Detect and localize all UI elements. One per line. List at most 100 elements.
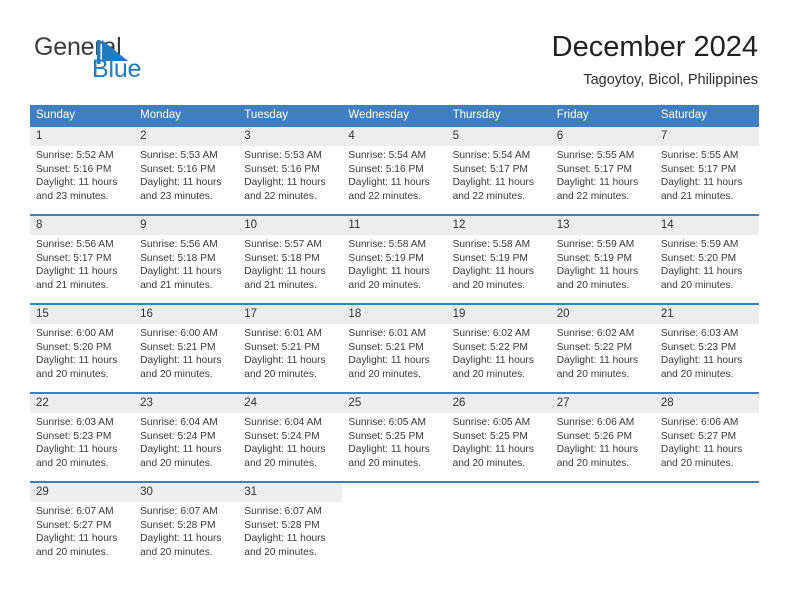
daylight-duration-line-2: and 20 minutes. xyxy=(452,279,526,291)
sunrise-time: Sunrise: 5:59 AM xyxy=(556,239,635,250)
day-cell[interactable]: Sunrise: 5:58 AM Sunset: 5:19 PM Daylight:… xyxy=(446,235,551,302)
daylight-duration-line-2: and 20 minutes. xyxy=(140,546,213,558)
day-number[interactable]: 10 xyxy=(238,216,343,235)
day-number[interactable]: 9 xyxy=(134,216,239,235)
day-number-empty xyxy=(550,483,655,502)
day-number[interactable]: 15 xyxy=(30,305,135,324)
day-cell[interactable]: Sunrise: 5:59 AM Sunset: 5:20 PM Daylight:… xyxy=(654,235,759,302)
day-number[interactable]: 20 xyxy=(550,305,655,324)
sunset-time: Sunset: 5:24 PM xyxy=(140,430,216,442)
day-cell[interactable]: Sunrise: 6:02 AM Sunset: 5:22 PM Daylight:… xyxy=(446,324,551,391)
day-cell[interactable]: Sunrise: 6:05 AM Sunset: 5:25 PM Daylight:… xyxy=(446,413,551,480)
sunrise-time: Sunrise: 6:02 AM xyxy=(452,328,531,339)
day-number[interactable]: 14 xyxy=(654,216,759,235)
day-cell[interactable]: Sunrise: 5:59 AM Sunset: 5:19 PM Daylight:… xyxy=(550,235,655,302)
day-detail-row: Sunrise: 6:00 AM Sunset: 5:20 PM Daylight:… xyxy=(30,324,759,391)
day-cell[interactable]: Sunrise: 6:03 AM Sunset: 5:23 PM Daylight:… xyxy=(654,324,759,391)
daylight-duration-line-2: and 22 minutes. xyxy=(556,190,630,202)
day-cell[interactable]: Sunrise: 6:07 AM Sunset: 5:27 PM Daylight:… xyxy=(30,502,135,569)
weekday-header-row: Sunday Monday Tuesday Wednesday Thursday… xyxy=(30,105,759,127)
sunrise-time: Sunrise: 6:00 AM xyxy=(140,328,218,339)
day-cell[interactable]: Sunrise: 6:04 AM Sunset: 5:24 PM Daylight:… xyxy=(134,413,239,480)
day-number[interactable]: 21 xyxy=(654,305,759,324)
day-detail-row: Sunrise: 6:03 AM Sunset: 5:23 PM Daylight:… xyxy=(30,413,759,480)
day-number[interactable]: 22 xyxy=(30,394,135,413)
day-cell[interactable]: Sunrise: 6:07 AM Sunset: 5:28 PM Daylight:… xyxy=(134,502,239,569)
daylight-duration-line-1: Daylight: 11 hours xyxy=(348,444,430,456)
day-cell[interactable]: Sunrise: 5:56 AM Sunset: 5:17 PM Daylight:… xyxy=(30,235,135,302)
sunset-time: Sunset: 5:16 PM xyxy=(140,163,216,175)
brand-logo[interactable]: General Blue xyxy=(34,34,244,86)
daylight-duration-line-1: Daylight: 11 hours xyxy=(36,355,118,367)
day-cell[interactable]: Sunrise: 6:00 AM Sunset: 5:20 PM Daylight:… xyxy=(30,324,135,391)
day-number[interactable]: 7 xyxy=(654,127,759,146)
day-number[interactable]: 12 xyxy=(446,216,551,235)
day-cell[interactable]: Sunrise: 6:02 AM Sunset: 5:22 PM Daylight:… xyxy=(550,324,655,391)
day-number[interactable]: 25 xyxy=(342,394,447,413)
day-cell[interactable]: Sunrise: 5:52 AM Sunset: 5:16 PM Daylight:… xyxy=(30,146,135,213)
day-cell[interactable]: Sunrise: 6:01 AM Sunset: 5:21 PM Daylight:… xyxy=(238,324,343,391)
day-number[interactable]: 17 xyxy=(238,305,343,324)
day-number[interactable]: 26 xyxy=(446,394,551,413)
day-number[interactable]: 18 xyxy=(342,305,447,324)
day-number[interactable]: 19 xyxy=(446,305,551,324)
day-number[interactable]: 29 xyxy=(30,483,135,502)
day-cell[interactable]: Sunrise: 6:07 AM Sunset: 5:28 PM Daylight:… xyxy=(238,502,343,569)
day-number[interactable]: 23 xyxy=(134,394,239,413)
day-number[interactable]: 28 xyxy=(654,394,759,413)
day-cell[interactable]: Sunrise: 5:57 AM Sunset: 5:18 PM Daylight:… xyxy=(238,235,343,302)
daylight-duration-line-2: and 21 minutes. xyxy=(244,279,317,291)
day-number[interactable]: 6 xyxy=(550,127,655,146)
sunrise-time: Sunrise: 6:06 AM xyxy=(660,417,739,428)
weekday-header-saturday: Saturday xyxy=(654,105,759,127)
day-cell[interactable]: Sunrise: 5:56 AM Sunset: 5:18 PM Daylight:… xyxy=(134,235,239,302)
day-number-empty xyxy=(654,483,759,502)
daylight-duration-line-2: and 20 minutes. xyxy=(660,457,734,469)
sunset-time: Sunset: 5:25 PM xyxy=(348,430,424,442)
weekday-header-friday: Friday xyxy=(550,105,655,127)
day-cell[interactable]: Sunrise: 6:05 AM Sunset: 5:25 PM Daylight:… xyxy=(342,413,447,480)
page-header: General Blue December 2024 Tagoytoy, Bic… xyxy=(0,0,792,100)
day-cell[interactable]: Sunrise: 6:06 AM Sunset: 5:27 PM Daylight:… xyxy=(654,413,759,480)
day-number[interactable]: 30 xyxy=(134,483,239,502)
day-number-row: 1234567 xyxy=(30,127,759,146)
day-number[interactable]: 16 xyxy=(134,305,239,324)
daylight-duration-line-2: and 20 minutes. xyxy=(556,279,630,291)
day-cell[interactable]: Sunrise: 5:58 AM Sunset: 5:19 PM Daylight:… xyxy=(342,235,447,302)
day-cell[interactable]: Sunrise: 5:53 AM Sunset: 5:16 PM Daylight:… xyxy=(134,146,239,213)
day-number[interactable]: 24 xyxy=(238,394,343,413)
page-title: December 2024 xyxy=(551,31,758,63)
sunrise-time: Sunrise: 5:53 AM xyxy=(140,150,218,161)
day-number[interactable]: 8 xyxy=(30,216,135,235)
day-number[interactable]: 11 xyxy=(342,216,447,235)
daylight-duration-line-1: Daylight: 11 hours xyxy=(244,355,326,367)
sunset-time: Sunset: 5:17 PM xyxy=(660,163,737,175)
sunset-time: Sunset: 5:20 PM xyxy=(660,252,737,264)
day-number[interactable]: 1 xyxy=(30,127,135,146)
daylight-duration-line-1: Daylight: 11 hours xyxy=(36,444,118,456)
sunset-time: Sunset: 5:17 PM xyxy=(556,163,633,175)
day-number[interactable]: 31 xyxy=(238,483,343,502)
day-cell[interactable]: Sunrise: 5:54 AM Sunset: 5:17 PM Daylight:… xyxy=(446,146,551,213)
sunrise-time: Sunrise: 5:54 AM xyxy=(348,150,427,161)
day-number[interactable]: 27 xyxy=(550,394,655,413)
day-cell[interactable]: Sunrise: 6:00 AM Sunset: 5:21 PM Daylight:… xyxy=(134,324,239,391)
daylight-duration-line-1: Daylight: 11 hours xyxy=(452,355,534,367)
day-cell[interactable]: Sunrise: 6:01 AM Sunset: 5:21 PM Daylight:… xyxy=(342,324,447,391)
daylight-duration-line-2: and 20 minutes. xyxy=(452,457,526,469)
day-number[interactable]: 3 xyxy=(238,127,343,146)
day-cell[interactable]: Sunrise: 5:55 AM Sunset: 5:17 PM Daylight:… xyxy=(550,146,655,213)
day-number[interactable]: 5 xyxy=(446,127,551,146)
day-cell[interactable]: Sunrise: 6:03 AM Sunset: 5:23 PM Daylight:… xyxy=(30,413,135,480)
day-cell[interactable]: Sunrise: 5:55 AM Sunset: 5:17 PM Daylight:… xyxy=(654,146,759,213)
day-cell[interactable]: Sunrise: 6:06 AM Sunset: 5:26 PM Daylight:… xyxy=(550,413,655,480)
day-cell[interactable]: Sunrise: 5:53 AM Sunset: 5:16 PM Daylight:… xyxy=(238,146,343,213)
day-number[interactable]: 4 xyxy=(342,127,447,146)
day-cell-empty xyxy=(446,502,551,569)
day-number[interactable]: 13 xyxy=(550,216,655,235)
day-number[interactable]: 2 xyxy=(134,127,239,146)
day-cell[interactable]: Sunrise: 6:04 AM Sunset: 5:24 PM Daylight:… xyxy=(238,413,343,480)
sunrise-time: Sunrise: 5:55 AM xyxy=(660,150,739,161)
day-cell[interactable]: Sunrise: 5:54 AM Sunset: 5:16 PM Daylight:… xyxy=(342,146,447,213)
sunrise-time: Sunrise: 5:58 AM xyxy=(348,239,427,250)
